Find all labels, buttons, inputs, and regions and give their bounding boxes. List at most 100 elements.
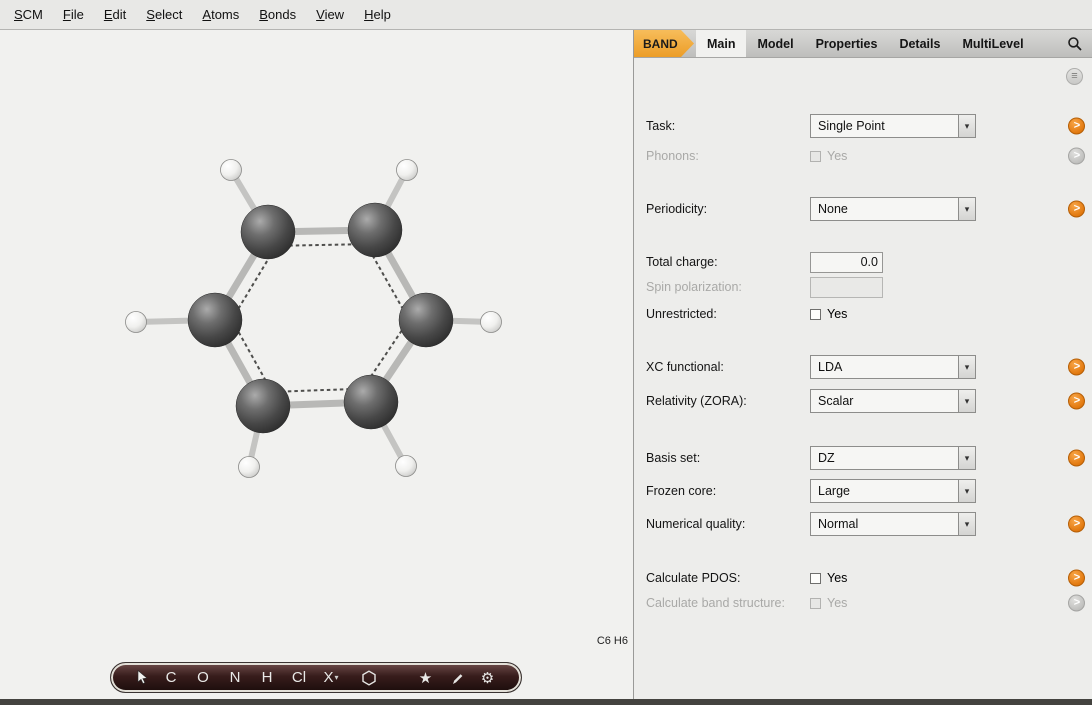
relativity-value: Scalar (811, 390, 958, 412)
xc-functional-dropdown[interactable]: LDA ▾ (810, 355, 976, 379)
atom-carbon[interactable] (399, 293, 453, 347)
frozen-core-dropdown[interactable]: Large ▾ (810, 479, 976, 503)
task-label: Task: (646, 119, 810, 133)
panel-menu-button[interactable]: ≡ (1066, 68, 1083, 85)
dropdown-arrow-icon[interactable]: ▾ (958, 480, 975, 502)
pointer-tool-icon[interactable] (129, 670, 155, 686)
search-icon[interactable] (1067, 30, 1092, 57)
menu-help[interactable]: Help (354, 2, 401, 27)
dropdown-arrow-icon[interactable]: ▾ (958, 390, 975, 412)
basis-set-detail-button[interactable]: > (1068, 450, 1085, 467)
numerical-quality-row: Numerical quality: Normal ▾ > (634, 511, 1092, 537)
formula-label: C6 H6 (597, 635, 628, 647)
phonons-row: Phonons: Yes > (634, 148, 1092, 164)
atom-hydrogen[interactable] (239, 457, 260, 478)
menu-edit[interactable]: Edit (94, 2, 136, 27)
xc-functional-detail-button[interactable]: > (1068, 359, 1085, 376)
periodicity-value: None (811, 198, 958, 220)
atom-hydrogen[interactable] (481, 312, 502, 333)
task-dropdown[interactable]: Single Point ▾ (810, 114, 976, 138)
menu-view[interactable]: View (306, 2, 354, 27)
menu-bonds[interactable]: Bonds (249, 2, 306, 27)
tab-details[interactable]: Details (888, 30, 951, 57)
menu-atoms[interactable]: Atoms (192, 2, 249, 27)
phonons-checkbox (810, 151, 821, 162)
input-panel: BAND Main Model Properties Details Multi… (634, 30, 1092, 699)
calculate-band-structure-checkbox-label: Yes (827, 596, 847, 610)
menu-bar: SCM File Edit Select Atoms Bonds View He… (0, 0, 1092, 30)
atom-carbon[interactable] (241, 205, 295, 259)
star-icon[interactable]: ★ (410, 669, 441, 687)
unrestricted-row: Unrestricted: Yes (634, 306, 1092, 322)
window-bottom-edge (0, 699, 1092, 705)
atom-carbon[interactable] (188, 293, 242, 347)
benzene-ring-icon[interactable] (353, 670, 385, 686)
pencil-icon[interactable] (441, 669, 472, 687)
relativity-label: Relativity (ZORA): (646, 394, 810, 408)
relativity-dropdown[interactable]: Scalar ▾ (810, 389, 976, 413)
atom-hydrogen[interactable] (126, 312, 147, 333)
spin-polarization-row: Spin polarization: (634, 276, 1092, 298)
basis-set-value: DZ (811, 447, 958, 469)
calculate-pdos-detail-button[interactable]: > (1068, 570, 1085, 587)
basis-set-dropdown[interactable]: DZ ▾ (810, 446, 976, 470)
element-c-button[interactable]: C (155, 669, 187, 686)
numerical-quality-dropdown[interactable]: Normal ▾ (810, 512, 976, 536)
element-x-button[interactable]: X ▾ (315, 669, 347, 686)
relativity-detail-button[interactable]: > (1068, 393, 1085, 410)
calculate-pdos-checkbox[interactable] (810, 573, 821, 584)
panel-content: ≡ Task: Single Point ▾ > Phonons: Yes > (634, 58, 1092, 699)
atom-carbon[interactable] (344, 375, 398, 429)
menu-file[interactable]: File (53, 2, 94, 27)
frozen-core-label: Frozen core: (646, 484, 810, 498)
unrestricted-checkbox[interactable] (810, 309, 821, 320)
phonons-checkbox-label: Yes (827, 149, 847, 163)
tab-band[interactable]: BAND (634, 30, 694, 57)
atom-hydrogen[interactable] (396, 456, 417, 477)
calculate-band-structure-row: Calculate band structure: Yes > (634, 595, 1092, 611)
element-x-label: X (323, 669, 333, 686)
element-o-button[interactable]: O (187, 669, 219, 686)
total-charge-label: Total charge: (646, 255, 810, 269)
task-detail-button[interactable]: > (1068, 118, 1085, 135)
phonons-detail-button: > (1068, 148, 1085, 165)
dropdown-arrow-icon[interactable]: ▾ (958, 513, 975, 535)
numerical-quality-detail-button[interactable]: > (1068, 516, 1085, 533)
periodicity-label: Periodicity: (646, 202, 810, 216)
relativity-row: Relativity (ZORA): Scalar ▾ > (634, 388, 1092, 414)
menu-scm[interactable]: SCM (4, 2, 53, 27)
calculate-pdos-label: Calculate PDOS: (646, 571, 810, 585)
element-h-button[interactable]: H (251, 669, 283, 686)
element-n-button[interactable]: N (219, 669, 251, 686)
frozen-core-value: Large (811, 480, 958, 502)
xc-functional-value: LDA (811, 356, 958, 378)
total-charge-input[interactable] (810, 252, 883, 273)
gear-icon[interactable]: ⚙ (472, 669, 503, 687)
unrestricted-checkbox-label: Yes (827, 307, 847, 321)
tab-multilevel[interactable]: MultiLevel (951, 30, 1034, 57)
basis-set-row: Basis set: DZ ▾ > (634, 445, 1092, 471)
atom-hydrogen[interactable] (397, 160, 418, 181)
molecule-canvas[interactable] (0, 30, 634, 699)
periodicity-detail-button[interactable]: > (1068, 201, 1085, 218)
menu-select[interactable]: Select (136, 2, 192, 27)
tab-model[interactable]: Model (746, 30, 804, 57)
atom-hydrogen[interactable] (221, 160, 242, 181)
numerical-quality-value: Normal (811, 513, 958, 535)
dropdown-arrow-icon[interactable]: ▾ (958, 356, 975, 378)
chevron-down-icon: ▾ (335, 673, 339, 682)
dropdown-arrow-icon[interactable]: ▾ (958, 115, 975, 137)
numerical-quality-label: Numerical quality: (646, 517, 810, 531)
dropdown-arrow-icon[interactable]: ▾ (958, 198, 975, 220)
periodicity-dropdown[interactable]: None ▾ (810, 197, 976, 221)
atom-carbon[interactable] (236, 379, 290, 433)
molecule-viewer[interactable]: C6 H6 C O N H Cl X ▾ ★ (0, 30, 634, 699)
tab-main[interactable]: Main (696, 30, 746, 57)
element-cl-button[interactable]: Cl (283, 669, 315, 686)
atom-carbon[interactable] (348, 203, 402, 257)
total-charge-row: Total charge: (634, 251, 1092, 273)
tab-properties[interactable]: Properties (805, 30, 889, 57)
task-value: Single Point (811, 115, 958, 137)
calculate-band-structure-detail-button: > (1068, 595, 1085, 612)
dropdown-arrow-icon[interactable]: ▾ (958, 447, 975, 469)
